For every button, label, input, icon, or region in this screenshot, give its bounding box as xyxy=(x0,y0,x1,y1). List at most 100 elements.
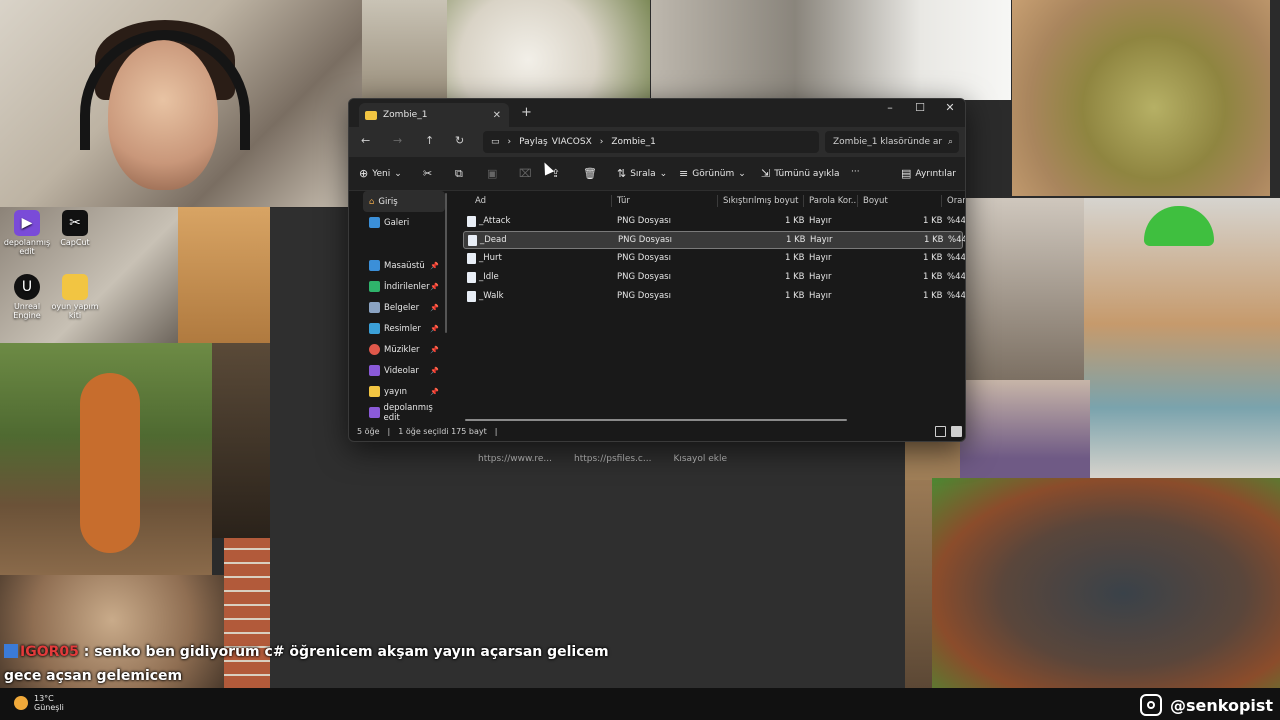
file-password: Hayır xyxy=(809,272,832,282)
tab-title: Zombie_1 xyxy=(383,110,428,120)
sidebar-item-pictures[interactable]: Resimler 📌 xyxy=(349,318,449,339)
file-size: 1 KB xyxy=(924,235,944,245)
chevron-down-icon: ⌄ xyxy=(394,168,402,179)
file-name: _Dead xyxy=(480,235,507,245)
breadcrumb-current[interactable]: Zombie_1 xyxy=(611,137,655,147)
instagram-icon xyxy=(1140,694,1162,716)
desktop-icon-edit[interactable]: ▶ depolanmış edit xyxy=(0,210,54,256)
shortcut-link[interactable]: https://psfiles.c... xyxy=(574,454,651,464)
new-tab-button[interactable]: + xyxy=(521,105,532,120)
sidebar-item-documents[interactable]: Belgeler 📌 xyxy=(349,297,449,318)
details-button[interactable]: ▤ Ayrıntılar xyxy=(901,167,956,180)
photo-squirrel xyxy=(0,343,212,575)
minimize-button[interactable]: – xyxy=(875,101,905,114)
file-explorer-window: Zombie_1 ✕ + – ☐ ✕ ← → ↑ ↻ ▭ › Paylaş VI… xyxy=(348,98,966,442)
column-header-compressed[interactable]: Sıkıştırılmış boyut xyxy=(723,191,799,211)
close-button[interactable]: ✕ xyxy=(935,101,965,114)
webcam-overlay xyxy=(0,0,362,207)
tab-zombie[interactable]: Zombie_1 ✕ xyxy=(359,103,509,127)
column-header-password[interactable]: Parola Kor... xyxy=(809,191,859,211)
social-handle: @senkopist xyxy=(1170,695,1274,715)
sidebar-scrollbar[interactable] xyxy=(445,193,447,333)
file-password: Hayır xyxy=(809,216,832,226)
file-row[interactable]: _Idle PNG Dosyası 1 KB Hayır 1 KB %44 xyxy=(463,269,965,287)
breadcrumb-share[interactable]: Paylaş xyxy=(519,137,548,147)
desktop-icon-label: oyun yapım kiti xyxy=(51,302,99,320)
back-arrow-icon[interactable]: ← xyxy=(361,134,370,147)
png-file-icon xyxy=(468,235,477,246)
chat-text: : senko ben gidiyorum c# öğrenicem akşam… xyxy=(4,644,609,684)
file-password: Hayır xyxy=(809,253,832,263)
sidebar-item-home[interactable]: ⌂ Giriş xyxy=(363,191,445,212)
breadcrumb-separator: › xyxy=(507,137,512,147)
file-compressed: 1 KB xyxy=(785,272,805,282)
desktop-icon-oyun[interactable]: oyun yapım kiti xyxy=(48,274,102,320)
extract-all-button[interactable]: ⇲ Tümünü ayıkla xyxy=(761,167,840,180)
desktop-icon-capcut[interactable]: ✂ CapCut xyxy=(48,210,102,247)
details-view-icon[interactable] xyxy=(935,426,946,437)
refresh-icon[interactable]: ↻ xyxy=(455,134,464,147)
sidebar-item-label: Masaüstü xyxy=(384,260,425,271)
up-arrow-icon[interactable]: ↑ xyxy=(425,134,434,147)
breadcrumb-parent[interactable]: VIACOSX xyxy=(552,137,592,147)
pin-icon: 📌 xyxy=(430,261,439,270)
status-bar: 5 öğe | 1 öğe seçildi 175 bayt | xyxy=(349,421,965,441)
desktop-icon-unreal[interactable]: U Unreal Engine xyxy=(0,274,54,320)
more-options-icon[interactable]: ··· xyxy=(851,167,860,177)
file-type: PNG Dosyası xyxy=(618,235,672,245)
pin-icon: 📌 xyxy=(430,345,439,354)
search-input[interactable]: Zombie_1 klasöründe ar ⌕ xyxy=(825,131,959,153)
sidebar-item-depolanmis[interactable]: depolanmış edit xyxy=(349,402,449,423)
file-row[interactable]: _Attack PNG Dosyası 1 KB Hayır 1 KB %44 xyxy=(463,213,965,231)
file-type: PNG Dosyası xyxy=(617,272,671,282)
breadcrumb-separator: › xyxy=(599,137,604,147)
rename-icon[interactable]: ⌧ xyxy=(519,167,532,180)
file-row-selected[interactable]: _Dead PNG Dosyası 1 KB Hayır 1 KB %44 xyxy=(463,231,965,249)
file-compressed: 1 KB xyxy=(785,216,805,226)
view-button[interactable]: ≡ Görünüm ⌄ xyxy=(679,167,746,180)
column-header-size[interactable]: Boyut xyxy=(863,191,888,211)
sidebar-item-desktop[interactable]: Masaüstü 📌 xyxy=(349,255,449,276)
pin-icon: 📌 xyxy=(430,303,439,312)
file-row[interactable]: _Walk PNG Dosyası 1 KB Hayır 1 KB %44 xyxy=(463,288,965,306)
add-shortcut-link[interactable]: Kısayol ekle xyxy=(673,454,727,464)
address-bar[interactable]: ▭ › Paylaş VIACOSX › Zombie_1 xyxy=(483,131,819,153)
column-header-ratio[interactable]: Oran xyxy=(947,191,965,211)
search-icon: ⌕ xyxy=(947,137,953,147)
folder-icon xyxy=(369,386,380,397)
paste-icon[interactable]: ▣ xyxy=(487,167,497,180)
file-size: 1 KB xyxy=(923,253,943,263)
delete-icon[interactable]: 🗑 xyxy=(583,167,597,180)
sidebar-item-gallery[interactable]: Galeri xyxy=(349,212,449,233)
desktop-icon xyxy=(369,260,380,271)
file-password: Hayır xyxy=(810,235,833,245)
tiles-view-icon[interactable] xyxy=(951,426,962,437)
sidebar-item-label: depolanmış edit xyxy=(383,402,433,423)
capcut-icon: ✂ xyxy=(62,210,88,236)
maximize-button[interactable]: ☐ xyxy=(905,101,935,114)
monitor-icon: ▭ xyxy=(491,137,500,147)
copy-icon[interactable]: ⧉ xyxy=(455,167,463,181)
weather-widget[interactable]: 13°C Güneşli xyxy=(14,694,64,712)
column-header-type[interactable]: Tür xyxy=(617,191,630,211)
sort-button[interactable]: ⇅ Sırala ⌄ xyxy=(617,167,667,180)
photo-cat-helmet xyxy=(1084,198,1280,478)
cut-icon[interactable]: ✂ xyxy=(423,167,432,180)
folder-icon xyxy=(365,110,377,120)
close-tab-icon[interactable]: ✕ xyxy=(493,110,501,121)
chat-username: IGOR05 xyxy=(20,644,79,660)
column-header-name[interactable]: Ad xyxy=(475,191,486,211)
sidebar-item-music[interactable]: Müzikler 📌 xyxy=(349,339,449,360)
sidebar-item-downloads[interactable]: İndirilenler 📌 xyxy=(349,276,449,297)
details-pane-icon: ▤ xyxy=(901,167,912,180)
photo-dark-left xyxy=(212,343,270,538)
shortcut-link[interactable]: https://www.re... xyxy=(478,454,552,464)
sidebar-item-yayin[interactable]: yayın 📌 xyxy=(349,381,449,402)
sidebar-item-videos[interactable]: Videolar 📌 xyxy=(349,360,449,381)
photo-white-fur xyxy=(447,0,650,100)
forward-arrow-icon[interactable]: → xyxy=(393,134,402,147)
file-row[interactable]: _Hurt PNG Dosyası 1 KB Hayır 1 KB %44 xyxy=(463,250,965,268)
photo-cat-orange xyxy=(178,207,270,343)
file-name: _Hurt xyxy=(479,253,502,263)
new-button[interactable]: ⊕ Yeni ⌄ xyxy=(359,167,402,180)
